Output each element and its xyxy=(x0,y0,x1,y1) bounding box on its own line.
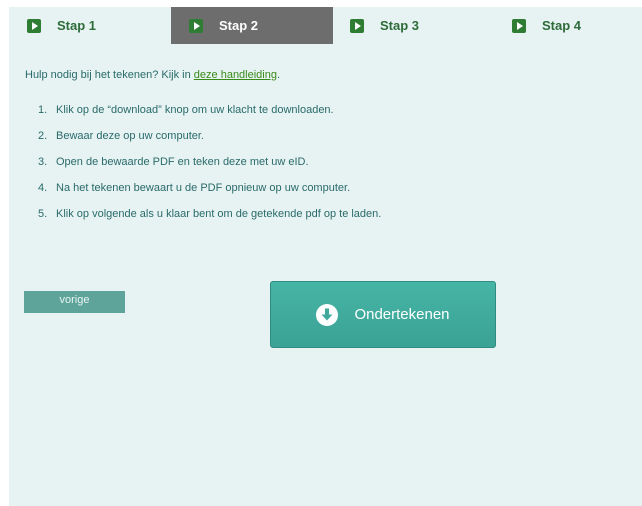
step-label: Stap 2 xyxy=(219,18,259,33)
step-label: Stap 1 xyxy=(57,18,97,33)
play-icon xyxy=(189,18,203,33)
sign-button-label: Ondertekenen xyxy=(354,306,450,323)
step-navigation: Stap 1 Stap 2 Stap 3 Stap 4 xyxy=(9,7,642,44)
help-text: Hulp nodig bij het tekenen? Kijk in deze… xyxy=(25,69,280,81)
instruction-number: 5. xyxy=(38,208,48,220)
manual-link[interactable]: deze handleiding xyxy=(194,69,277,81)
instruction-number: 3. xyxy=(38,156,48,168)
instruction-item: 3. Open de bewaarde PDF en teken deze met… xyxy=(38,155,381,173)
play-icon xyxy=(512,18,526,33)
play-icon xyxy=(350,18,364,33)
step-label: Stap 3 xyxy=(380,18,420,33)
help-prefix: Hulp nodig bij het tekenen? Kijk in xyxy=(25,69,191,81)
help-suffix: . xyxy=(276,69,281,81)
download-circle-icon xyxy=(316,303,339,326)
sign-button[interactable]: Ondertekenen xyxy=(270,281,496,348)
instruction-number: 2. xyxy=(38,130,48,142)
step-label: Stap 4 xyxy=(542,18,582,33)
instruction-text: Na het tekenen bewaart u de PDF opnieuw … xyxy=(56,182,351,194)
step-tab-2[interactable]: Stap 2 xyxy=(171,7,333,44)
instruction-text: Open de bewaarde PDF en teken deze met u… xyxy=(56,156,309,168)
step-tab-4[interactable]: Stap 4 xyxy=(495,7,642,44)
instruction-item: 4. Na het tekenen bewaart u de PDF opnieu… xyxy=(38,181,381,199)
step-tab-1[interactable]: Stap 1 xyxy=(9,7,171,44)
instruction-text: Klik op volgende als u klaar bent om de … xyxy=(56,208,382,220)
instruction-item: 5. Klik op volgende als u klaar bent om d… xyxy=(38,207,381,225)
instruction-number: 4. xyxy=(38,182,48,194)
instruction-number: 1. xyxy=(38,104,48,116)
instruction-text: Bewaar deze op uw computer. xyxy=(56,130,204,142)
signing-panel: Stap 1 Stap 2 Stap 3 Stap 4 Hulp nodig b… xyxy=(9,7,642,506)
instruction-item: 2. Bewaar deze op uw computer. xyxy=(38,129,381,147)
previous-button[interactable]: vorige xyxy=(24,291,125,313)
instruction-list: 1. Klik op de “download” knop om uw klach… xyxy=(38,103,381,233)
instruction-text: Klik op de “download” knop om uw klacht … xyxy=(56,104,334,116)
step-tab-3[interactable]: Stap 3 xyxy=(333,7,495,44)
play-icon xyxy=(27,18,41,33)
instruction-item: 1. Klik op de “download” knop om uw klach… xyxy=(38,103,381,121)
